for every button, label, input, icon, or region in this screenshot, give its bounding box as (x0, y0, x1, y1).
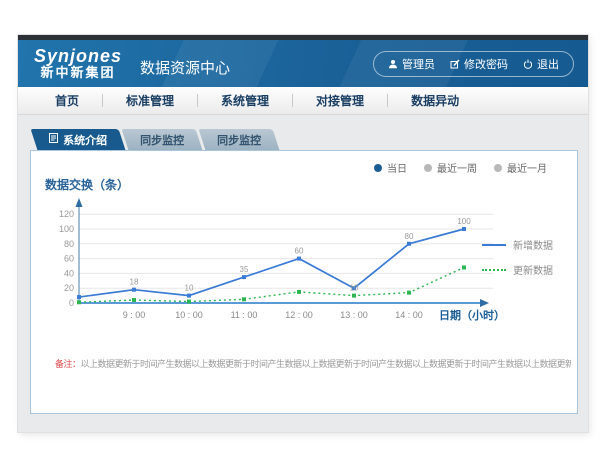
radio-last-week[interactable]: 最近一周 (424, 160, 477, 175)
svg-text:60: 60 (64, 254, 74, 264)
nav-item-data-change[interactable]: 数据异动 (388, 92, 482, 109)
logout-label: 退出 (537, 56, 559, 72)
svg-text:80: 80 (405, 232, 414, 241)
series-legend: 新增数据 更新数据 (482, 237, 553, 277)
chart-panel: 当日 最近一周 最近一月 数据交换（条） 0204060801001209 : … (30, 150, 578, 414)
svg-text:14 : 00: 14 : 00 (395, 310, 423, 320)
note-prefix: 备注： (55, 359, 81, 369)
legend-label: 新增数据 (513, 237, 553, 252)
tab-bar: 系统介绍 同步监控 同步监控 (34, 129, 588, 150)
svg-text:9 : 00: 9 : 00 (123, 310, 146, 320)
radio-dot (424, 164, 432, 172)
x-axis-label: 日期（小时） (439, 307, 505, 323)
line-chart: 0 20 40 60 80 100 120 9 : 00 10 : 00 11 : 00 12 : … (49, 191, 499, 331)
radio-label: 最近一月 (507, 160, 547, 175)
legend-label: 更新数据 (513, 262, 553, 277)
radio-dot-selected (374, 164, 382, 172)
svg-text:20: 20 (64, 283, 74, 293)
tab-label: 同步监控 (217, 132, 261, 148)
change-password-label: 修改密码 (464, 56, 508, 72)
nav-item-system-mgmt[interactable]: 系统管理 (198, 92, 292, 109)
nav-item-standard-mgmt[interactable]: 标准管理 (103, 92, 197, 109)
svg-text:100: 100 (59, 224, 74, 234)
edit-icon (450, 59, 460, 69)
logo-text-cn: 新中新集团 (34, 66, 122, 80)
svg-text:60: 60 (295, 247, 304, 256)
nav-item-interface-mgmt[interactable]: 对接管理 (293, 92, 387, 109)
svg-text:10 : 00: 10 : 00 (175, 310, 203, 320)
svg-text:12 : 00: 12 : 00 (285, 310, 313, 320)
radio-last-month[interactable]: 最近一月 (494, 160, 547, 175)
main-nav: 首页 标准管理 系统管理 对接管理 数据异动 (18, 87, 588, 115)
svg-text:120: 120 (59, 209, 74, 219)
svg-text:40: 40 (64, 268, 74, 278)
radio-label: 最近一周 (437, 160, 477, 175)
radio-label: 当日 (387, 160, 407, 175)
current-user-button[interactable]: 管理员 (388, 56, 435, 72)
tab-sync-monitor-1[interactable]: 同步监控 (122, 129, 203, 150)
app-window: Synjones 新中新集团 数据资源中心 管理员 修改密码 退出 (18, 35, 588, 432)
time-range-radios: 当日 最近一周 最近一月 (374, 160, 547, 175)
page-title: 数据资源中心 (140, 57, 230, 78)
svg-text:35: 35 (240, 265, 249, 274)
tab-system-intro[interactable]: 系统介绍 (31, 129, 126, 150)
footer-note: 备注：以上数据更新于时间产生数据以上数据更新于时间产生数据以上数据更新于时间产生… (55, 357, 571, 370)
svg-text:18: 18 (130, 278, 139, 287)
dotted-line-swatch (482, 269, 506, 271)
svg-text:0: 0 (69, 298, 74, 308)
legend-new-data: 新增数据 (482, 237, 553, 252)
radio-today[interactable]: 当日 (374, 160, 407, 175)
svg-text:11 : 00: 11 : 00 (231, 310, 258, 320)
logo: Synjones 新中新集团 (34, 47, 122, 80)
svg-text:10: 10 (185, 284, 194, 293)
power-icon (523, 59, 533, 69)
current-user-label: 管理员 (402, 56, 435, 72)
tab-label: 系统介绍 (63, 132, 107, 148)
logout-button[interactable]: 退出 (523, 56, 559, 72)
svg-text:80: 80 (64, 239, 74, 249)
note-text: 以上数据更新于时间产生数据以上数据更新于时间产生数据以上数据更新于时间产生数据以… (81, 359, 571, 369)
svg-text:10: 10 (350, 284, 359, 293)
content-area: 系统介绍 同步监控 同步监控 当日 最近一周 (18, 115, 588, 414)
legend-update-data: 更新数据 (482, 262, 553, 277)
nav-item-home[interactable]: 首页 (32, 92, 102, 109)
document-icon (49, 133, 58, 146)
tab-label: 同步监控 (140, 132, 184, 148)
logo-text-en: Synjones (34, 47, 122, 66)
tab-sync-monitor-2[interactable]: 同步监控 (199, 129, 280, 150)
account-menu: 管理员 修改密码 退出 (373, 51, 574, 77)
svg-text:100: 100 (457, 217, 471, 226)
header: Synjones 新中新集团 数据资源中心 管理员 修改密码 退出 (18, 40, 588, 87)
change-password-button[interactable]: 修改密码 (450, 56, 508, 72)
svg-text:13 : 00: 13 : 00 (340, 310, 368, 320)
person-icon (388, 59, 398, 69)
radio-dot (494, 164, 502, 172)
solid-line-swatch (482, 244, 506, 246)
